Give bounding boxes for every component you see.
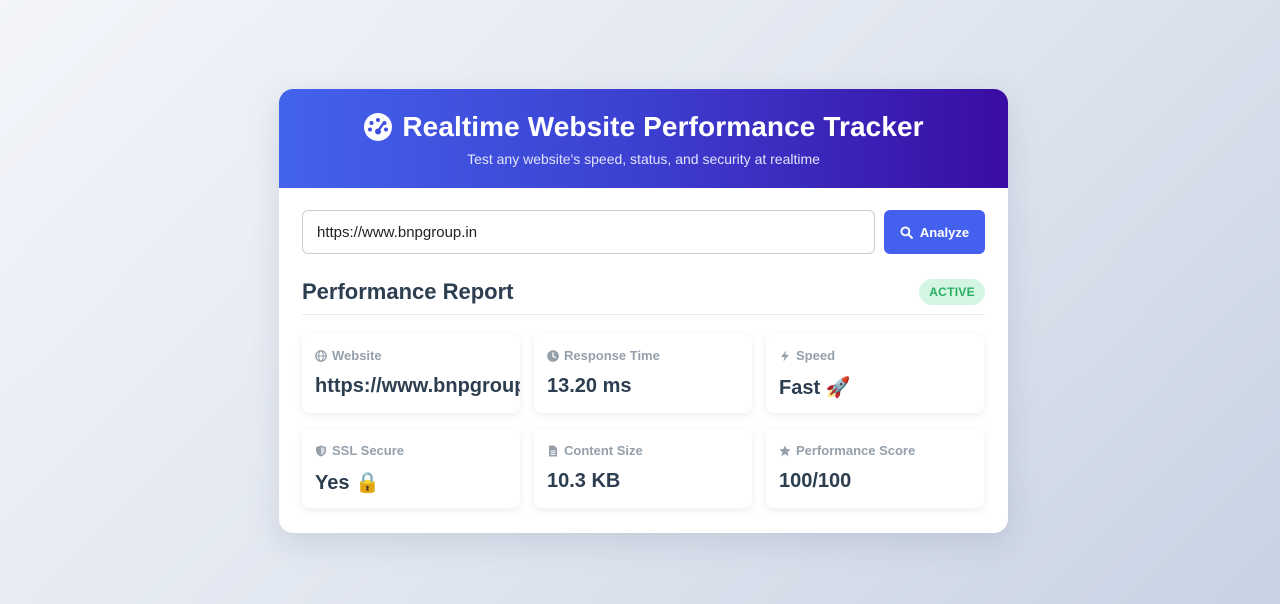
metric-value: https://www.bnpgroup.in: [315, 375, 520, 397]
metric-card-speed: Speed Fast 🚀: [766, 334, 984, 413]
metric-label: Response Time: [564, 348, 660, 363]
report-header: Performance Report ACTIVE: [302, 279, 985, 315]
metric-value: 13.20 ms: [547, 375, 632, 397]
tracker-card: Realtime Website Performance Tracker Tes…: [279, 89, 1008, 533]
metric-label-row: Response Time: [547, 348, 739, 363]
shield-icon: [316, 445, 326, 456]
metric-card-content-size: Content Size 10.3 KB: [534, 429, 752, 508]
url-input[interactable]: [302, 210, 875, 254]
gauge-icon: [363, 112, 393, 142]
metrics-grid: Website https://www.bnpgroup.in Response…: [302, 334, 985, 508]
metric-label: Performance Score: [796, 443, 916, 458]
metric-label-row: Website: [315, 348, 507, 363]
analyze-button-label: Analyze: [919, 224, 970, 240]
globe-icon: [315, 349, 327, 362]
page-subtitle: Test any website's speed, status, and se…: [467, 151, 820, 167]
metric-card-response-time: Response Time 13.20 ms: [534, 334, 752, 413]
metric-label: Speed: [796, 348, 836, 363]
metric-label: Website: [332, 348, 382, 363]
metric-label-row: Content Size: [547, 443, 739, 458]
page-title: Realtime Website Performance Tracker: [402, 111, 924, 142]
metric-label: SSL Secure: [332, 443, 405, 458]
metric-value: 10.3 KB: [547, 470, 621, 492]
title-row: Realtime Website Performance Tracker: [279, 111, 1008, 143]
metric-value: Fast 🚀: [779, 377, 851, 399]
search-icon: [900, 225, 913, 239]
metric-card-performance-score: Performance Score 100/100: [766, 429, 984, 508]
metric-card-website: Website https://www.bnpgroup.in: [302, 334, 520, 413]
header-banner: Realtime Website Performance Tracker Tes…: [279, 89, 1008, 188]
status-badge: ACTIVE: [919, 279, 985, 305]
card-body: Analyze Performance Report ACTIVE Websit…: [279, 188, 1008, 508]
metric-value: 100/100: [779, 470, 852, 492]
file-icon: [549, 445, 557, 456]
metric-label: Content Size: [564, 443, 643, 458]
star-icon: [779, 444, 791, 456]
report-title: Performance Report: [302, 279, 514, 304]
metric-label-row: Speed: [779, 348, 971, 363]
clock-icon: [547, 349, 559, 362]
search-row: Analyze: [302, 210, 985, 254]
metric-label-row: SSL Secure: [315, 443, 507, 458]
bolt-icon: [781, 350, 789, 361]
metric-value: Yes 🔒: [315, 472, 380, 494]
analyze-button[interactable]: Analyze: [884, 210, 985, 254]
metric-card-ssl: SSL Secure Yes 🔒: [302, 429, 520, 508]
metric-label-row: Performance Score: [779, 443, 971, 458]
